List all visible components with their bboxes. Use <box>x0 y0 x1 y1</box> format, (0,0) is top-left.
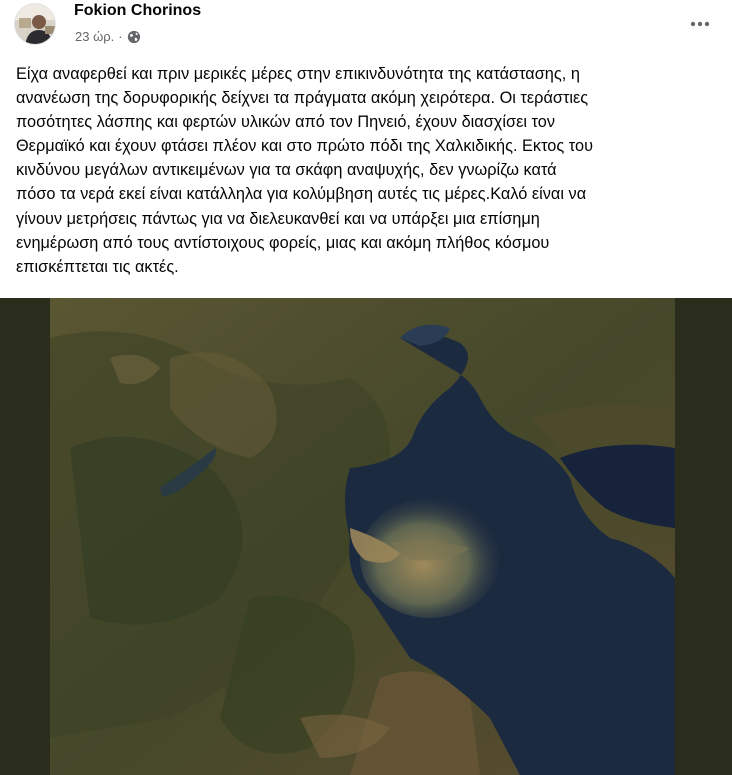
meta-separator: · <box>118 29 123 44</box>
more-options-icon <box>690 21 710 27</box>
post-image[interactable] <box>0 298 732 775</box>
author-name[interactable]: Fokion Chorinos <box>74 2 201 20</box>
satellite-image <box>50 298 675 775</box>
post-text: Είχα αναφερθεί και πριν μερικές μέρες στ… <box>16 65 594 276</box>
avatar-photo <box>15 4 55 44</box>
post-meta: 23 ώρ. · <box>75 29 141 44</box>
post-header: Fokion Chorinos 23 ώρ. · <box>0 0 732 56</box>
facebook-post: Fokion Chorinos 23 ώρ. · Είχα αναφερθεί … <box>0 0 732 775</box>
post-timestamp[interactable]: 23 ώρ. <box>75 29 114 44</box>
globe-icon[interactable] <box>127 30 141 44</box>
more-options-button[interactable] <box>684 8 716 40</box>
author-avatar[interactable] <box>14 3 56 45</box>
